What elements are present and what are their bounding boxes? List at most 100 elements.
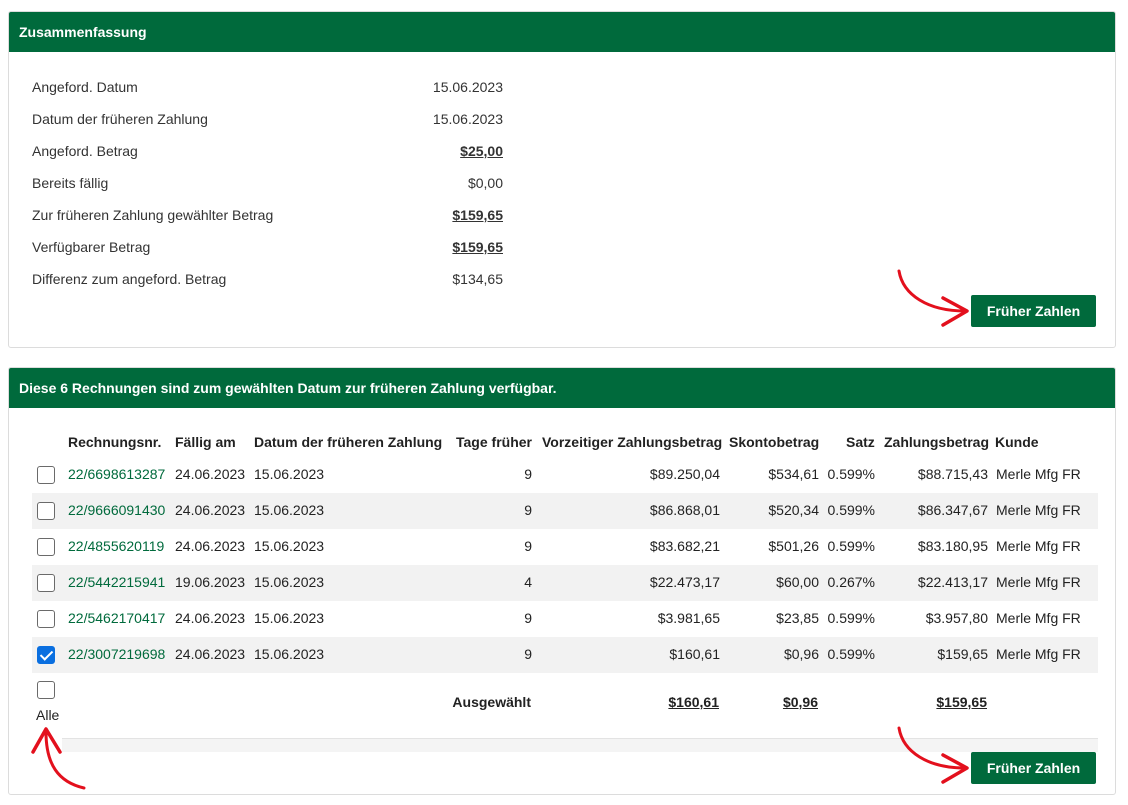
early-date: 15.06.2023 <box>254 646 325 662</box>
summary-label: Differenz zum angeford. Betrag <box>32 271 227 287</box>
payment-amount: $22.413,17 <box>917 574 988 590</box>
discount-amount: $23,85 <box>776 610 819 626</box>
invoice-link[interactable]: 22/5442215941 <box>68 574 165 590</box>
checkbox-unchecked-icon[interactable] <box>37 610 55 628</box>
summary-label: Datum der früheren Zahlung <box>32 111 208 127</box>
pay-early-button-bottom[interactable]: Früher Zahlen <box>971 752 1096 784</box>
rate: 0.599% <box>827 502 875 518</box>
checkbox-unchecked-icon[interactable] <box>37 574 55 592</box>
summary-value: $134,65 <box>452 271 503 287</box>
table-row[interactable]: 22/3007219698 24.06.2023 15.06.2023 9 $1… <box>32 637 1098 673</box>
days-early: 9 <box>524 466 532 482</box>
summary-label: Angeford. Betrag <box>32 143 138 159</box>
invoice-link[interactable]: 22/4855620119 <box>68 538 164 554</box>
summary-row: Datum der früheren Zahlung 15.06.2023 <box>32 111 503 131</box>
table-row[interactable]: 22/9666091430 24.06.2023 15.06.2023 9 $8… <box>32 493 1098 529</box>
col-header-customer[interactable]: Kunde <box>995 434 1039 450</box>
customer: Merle Mfg FR <box>996 610 1081 626</box>
early-amount: $160,61 <box>669 646 720 662</box>
days-early: 9 <box>524 610 532 626</box>
invoice-link[interactable]: 22/3007219698 <box>68 646 165 662</box>
days-early: 4 <box>524 574 532 590</box>
col-header-invoice-nr[interactable]: Rechnungsnr. <box>68 434 161 450</box>
table-row[interactable]: 22/5462170417 24.06.2023 15.06.2023 9 $3… <box>32 601 1098 637</box>
summary-value: 15.06.2023 <box>432 79 503 95</box>
early-amount: $86.868,01 <box>649 502 720 518</box>
col-header-rate[interactable]: Satz <box>846 434 875 450</box>
col-header-due-date[interactable]: Fällig am <box>175 434 236 450</box>
customer: Merle Mfg FR <box>996 538 1081 554</box>
due-date: 24.06.2023 <box>175 502 246 518</box>
summary-label: Bereits fällig <box>32 175 109 191</box>
rate: 0.599% <box>827 646 875 662</box>
selected-payment[interactable]: $159,65 <box>936 694 987 710</box>
col-header-early-date[interactable]: Datum der früheren Zahlung <box>254 434 442 450</box>
summary-row: Verfügbarer Betrag $159,65 <box>32 239 503 259</box>
early-date: 15.06.2023 <box>254 610 325 626</box>
col-header-payment[interactable]: Zahlungsbetrag <box>884 434 989 450</box>
early-date: 15.06.2023 <box>254 574 325 590</box>
payment-amount: $159,65 <box>937 646 988 662</box>
select-all-checkbox[interactable] <box>37 681 55 699</box>
days-early: 9 <box>524 502 532 518</box>
due-date: 19.06.2023 <box>175 574 246 590</box>
due-date: 24.06.2023 <box>175 466 246 482</box>
selected-discount[interactable]: $0,96 <box>783 694 818 710</box>
table-row[interactable]: 22/4855620119 24.06.2023 15.06.2023 9 $8… <box>32 529 1098 565</box>
summary-row: Differenz zum angeford. Betrag $134,65 <box>32 271 503 291</box>
summary-label: Verfügbarer Betrag <box>32 239 151 255</box>
rate: 0.599% <box>827 466 875 482</box>
customer: Merle Mfg FR <box>996 646 1081 662</box>
col-header-early-amount[interactable]: Vorzeitiger Zahlungsbetrag <box>542 434 722 450</box>
invoice-link[interactable]: 22/6698613287 <box>68 466 165 482</box>
discount-amount: $520,34 <box>768 502 819 518</box>
early-amount: $22.473,17 <box>649 574 720 590</box>
summary-row: Bereits fällig $0,00 <box>32 175 503 195</box>
invoices-title: Diese 6 Rechnungen sind zum gewählten Da… <box>9 368 1115 408</box>
table-row[interactable]: 22/5442215941 19.06.2023 15.06.2023 4 $2… <box>32 565 1098 601</box>
due-date: 24.06.2023 <box>175 538 246 554</box>
days-early: 9 <box>524 538 532 554</box>
selected-early-amount[interactable]: $160,61 <box>668 694 719 710</box>
arrow-annotation-icon <box>897 269 969 327</box>
invoice-link[interactable]: 22/9666091430 <box>68 502 165 518</box>
payment-amount: $88.715,43 <box>917 466 988 482</box>
payment-amount: $86.347,67 <box>917 502 988 518</box>
arrow-annotation-icon <box>31 727 86 790</box>
early-amount: $83.682,21 <box>649 538 720 554</box>
early-date: 15.06.2023 <box>254 466 325 482</box>
customer: Merle Mfg FR <box>996 466 1081 482</box>
due-date: 24.06.2023 <box>175 646 246 662</box>
discount-amount: $0,96 <box>783 646 819 662</box>
summary-value: $0,00 <box>467 175 503 191</box>
summary-value-link[interactable]: $159,65 <box>452 207 503 223</box>
arrow-annotation-icon <box>897 726 969 784</box>
summary-value-link[interactable]: $25,00 <box>460 143 503 159</box>
summary-value: 15.06.2023 <box>432 111 503 127</box>
rate: 0.267% <box>827 574 875 590</box>
summary-label: Angeford. Datum <box>32 79 138 95</box>
days-early: 9 <box>524 646 532 662</box>
checkbox-unchecked-icon[interactable] <box>37 538 55 556</box>
table-row[interactable]: 22/6698613287 24.06.2023 15.06.2023 9 $8… <box>32 457 1098 493</box>
checkbox-unchecked-icon[interactable] <box>37 466 55 484</box>
rate: 0.599% <box>827 610 875 626</box>
checkbox-checked-icon[interactable] <box>37 646 55 664</box>
pay-early-button-top[interactable]: Früher Zahlen <box>971 295 1096 327</box>
select-all-label[interactable]: Alle <box>36 707 59 723</box>
summary-value-link[interactable]: $159,65 <box>452 239 503 255</box>
invoice-link[interactable]: 22/5462170417 <box>68 610 165 626</box>
payment-amount: $3.957,80 <box>925 610 988 626</box>
col-header-days-early[interactable]: Tage früher <box>456 434 532 450</box>
summary-row: Angeford. Betrag $25,00 <box>32 143 503 163</box>
due-date: 24.06.2023 <box>175 610 246 626</box>
early-amount: $3.981,65 <box>657 610 720 626</box>
discount-amount: $60,00 <box>776 574 819 590</box>
checkbox-unchecked-icon[interactable] <box>37 502 55 520</box>
summary-row: Zur früheren Zahlung gewählter Betrag $1… <box>32 207 503 227</box>
summary-row: Angeford. Datum 15.06.2023 <box>32 79 503 99</box>
early-amount: $89.250,04 <box>649 466 720 482</box>
early-date: 15.06.2023 <box>254 502 325 518</box>
rate: 0.599% <box>827 538 875 554</box>
col-header-discount[interactable]: Skontobetrag <box>729 434 819 450</box>
